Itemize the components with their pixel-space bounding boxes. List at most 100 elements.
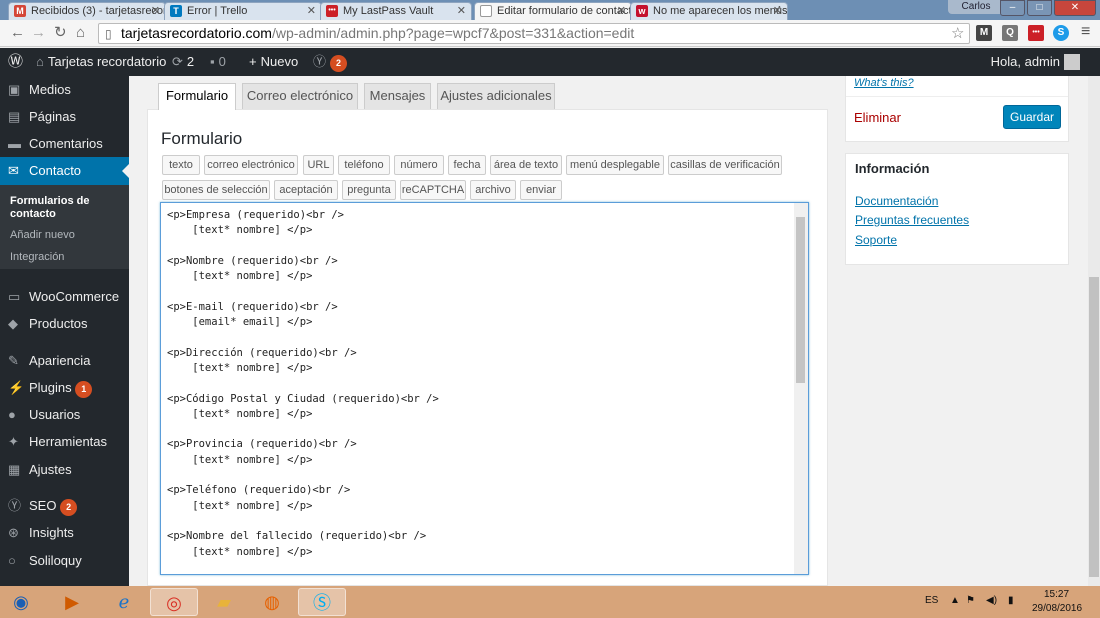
tag-button-file[interactable]: archivo <box>470 180 516 200</box>
comments-link[interactable]: ▪ 0 <box>210 48 226 76</box>
new-content-link[interactable]: + Nuevo <box>249 48 298 76</box>
extension-q-icon[interactable]: Q <box>1002 25 1018 41</box>
link-faq[interactable]: Preguntas frecuentes <box>855 213 969 227</box>
sidebar-item-productos[interactable]: ◆ Productos <box>0 310 129 337</box>
sidebar-item-herramientas[interactable]: ✦ Herramientas <box>0 428 129 455</box>
tab-correo[interactable]: Correo electrónico <box>242 83 358 109</box>
browser-tab-forum[interactable]: w No me aparecen los menús ✕ <box>630 2 788 20</box>
start-icon[interactable]: ◉ <box>0 588 42 616</box>
link-documentacion[interactable]: Documentación <box>855 194 938 208</box>
tag-button-checkbox[interactable]: casillas de verificación <box>668 155 782 175</box>
tag-button-fecha[interactable]: fecha <box>448 155 486 175</box>
whats-this-link[interactable]: What's this? <box>854 77 914 89</box>
url-path: /wp-admin/admin.php?page=wpcf7&post=331&… <box>271 25 635 41</box>
close-window-icon[interactable]: ✕ <box>1054 0 1096 16</box>
tab-formulario[interactable]: Formulario <box>158 83 236 110</box>
page-info-icon[interactable]: ▯ <box>105 25 112 44</box>
site-name-link[interactable]: ⌂ Tarjetas recordatorio <box>36 48 166 76</box>
skype-extension-icon[interactable]: S <box>1053 25 1069 41</box>
forward-icon[interactable]: → <box>31 25 46 41</box>
sidebar-item-contacto[interactable]: ✉ Contacto <box>0 157 129 185</box>
save-button[interactable]: Guardar <box>1003 105 1061 129</box>
clock-date[interactable]: 29/08/2016 <box>1032 602 1082 616</box>
sidebar-item-apariencia[interactable]: ✎ Apariencia <box>0 347 129 374</box>
close-icon[interactable]: ✕ <box>151 3 160 19</box>
tag-button-select[interactable]: menú desplegable <box>566 155 664 175</box>
tag-button-texto[interactable]: texto <box>162 155 200 175</box>
extension-m-icon[interactable]: M <box>976 25 992 41</box>
sidebar-item-woocommerce[interactable]: ▭ WooCommerce <box>0 283 129 310</box>
comments-count: 0 <box>218 54 226 69</box>
seo-adminbar-link[interactable]: Ⓨ 2 <box>313 48 348 76</box>
woo-icon: ▭ <box>8 289 21 304</box>
network-icon[interactable]: ▮ <box>1008 594 1014 608</box>
browser-tab-trello[interactable]: T Error | Trello ✕ <box>164 2 322 20</box>
close-icon[interactable]: ✕ <box>457 3 466 19</box>
sidebar-item-usuarios[interactable]: ● Usuarios <box>0 401 129 428</box>
tag-button-recaptcha[interactable]: reCAPTCHA <box>400 180 466 200</box>
tag-button-textarea[interactable]: área de texto <box>490 155 562 175</box>
avatar[interactable] <box>1064 54 1080 70</box>
tag-button-quiz[interactable]: pregunta <box>342 180 396 200</box>
back-icon[interactable]: ← <box>10 25 25 41</box>
delete-link[interactable]: Eliminar <box>854 110 901 125</box>
close-icon[interactable]: ✕ <box>773 3 782 19</box>
language-indicator[interactable]: ES <box>925 594 938 608</box>
updates-link[interactable]: ⟳ 2 <box>172 48 194 76</box>
sidebar-item-ajustes[interactable]: ▦ Ajustes <box>0 456 129 483</box>
sidebar-item-paginas[interactable]: ▤ Páginas <box>0 103 129 130</box>
file-explorer-icon[interactable]: ▰ <box>200 588 248 616</box>
tag-button-url[interactable]: URL <box>303 155 334 175</box>
volume-icon[interactable]: ◀) <box>986 594 997 608</box>
browser-tab-gmail[interactable]: M Recibidos (3) - tarjetasrecordatorio ✕ <box>8 2 166 20</box>
browser-tab-active[interactable]: Editar formulario de contacto ✕ <box>474 2 632 20</box>
minimize-icon[interactable]: – <box>1000 0 1025 16</box>
form-template-textarea[interactable]: <p>Empresa (requerido)<br /> [text* nomb… <box>160 202 809 575</box>
tag-button-email[interactable]: correo electrónico <box>204 155 298 175</box>
clock-time[interactable]: 15:27 <box>1044 588 1069 602</box>
textarea-scrollbar[interactable] <box>794 203 808 574</box>
firefox-icon[interactable]: ◍ <box>248 588 296 616</box>
reload-icon[interactable]: ↻ <box>54 25 67 41</box>
tag-button-submit[interactable]: enviar <box>520 180 562 200</box>
home-icon[interactable]: ⌂ <box>76 25 85 41</box>
yoast-icon: Ⓨ <box>8 498 22 513</box>
tag-button-numero[interactable]: número <box>394 155 444 175</box>
submenu-item-formularios[interactable]: Formularios de contacto <box>10 195 115 221</box>
tab-mensajes[interactable]: Mensajes <box>364 83 431 109</box>
show-hidden-icons-icon[interactable]: ▲ <box>950 594 960 608</box>
maximize-icon[interactable]: □ <box>1027 0 1052 16</box>
close-icon[interactable]: ✕ <box>617 3 626 19</box>
wordpress-logo-icon[interactable]: Ⓦ <box>8 48 23 76</box>
bookmark-star-icon[interactable]: ☆ <box>951 24 964 42</box>
textarea-scroll-thumb[interactable] <box>796 217 805 383</box>
skype-taskbar-icon[interactable]: Ⓢ <box>298 588 346 616</box>
sidebar-item-soliloquy[interactable]: ○ Soliloquy <box>0 547 129 574</box>
tag-button-acceptance[interactable]: aceptación <box>274 180 338 200</box>
tab-ajustes-adicionales[interactable]: Ajustes adicionales <box>437 83 555 109</box>
soliloquy-icon: ○ <box>8 553 16 568</box>
sidebar-item-plugins[interactable]: ⚡ Plugins 1 <box>0 374 129 401</box>
media-player-icon[interactable]: ▶ <box>48 588 96 616</box>
sidebar-item-comentarios[interactable]: ▬ Comentarios <box>0 130 129 157</box>
browser-tab-lastpass[interactable]: ••• My LastPass Vault ✕ <box>320 2 472 20</box>
action-center-flag-icon[interactable]: ⚑ <box>966 594 975 608</box>
submenu-item-add-new[interactable]: Añadir nuevo <box>10 229 75 242</box>
sidebar-item-medios[interactable]: ▣ Medios <box>0 76 129 103</box>
submenu-item-integracion[interactable]: Integración <box>10 251 64 264</box>
browser-profile-chip[interactable]: Carlos <box>948 0 1004 14</box>
link-soporte[interactable]: Soporte <box>855 233 897 247</box>
sidebar-item-seo[interactable]: Ⓨ SEO 2 <box>0 492 129 519</box>
close-icon[interactable]: ✕ <box>307 3 316 19</box>
tag-button-radio[interactable]: botones de selección <box>162 180 270 200</box>
chrome-taskbar-icon[interactable]: ◎ <box>150 588 198 616</box>
sidebar-item-insights[interactable]: ⊛ Insights <box>0 519 129 546</box>
user-greeting[interactable]: Hola, admin <box>991 48 1060 76</box>
sidebar-item-label: Contacto <box>29 163 82 178</box>
page-scroll-thumb[interactable] <box>1089 277 1099 577</box>
url-input[interactable]: ▯ tarjetasrecordatorio.com/wp-admin/admi… <box>98 23 970 44</box>
browser-menu-icon[interactable]: ≡ <box>1081 23 1090 41</box>
internet-explorer-icon[interactable]: ℯ <box>100 588 148 616</box>
lastpass-extension-icon[interactable]: ••• <box>1028 25 1044 41</box>
tag-button-telefono[interactable]: teléfono <box>338 155 390 175</box>
